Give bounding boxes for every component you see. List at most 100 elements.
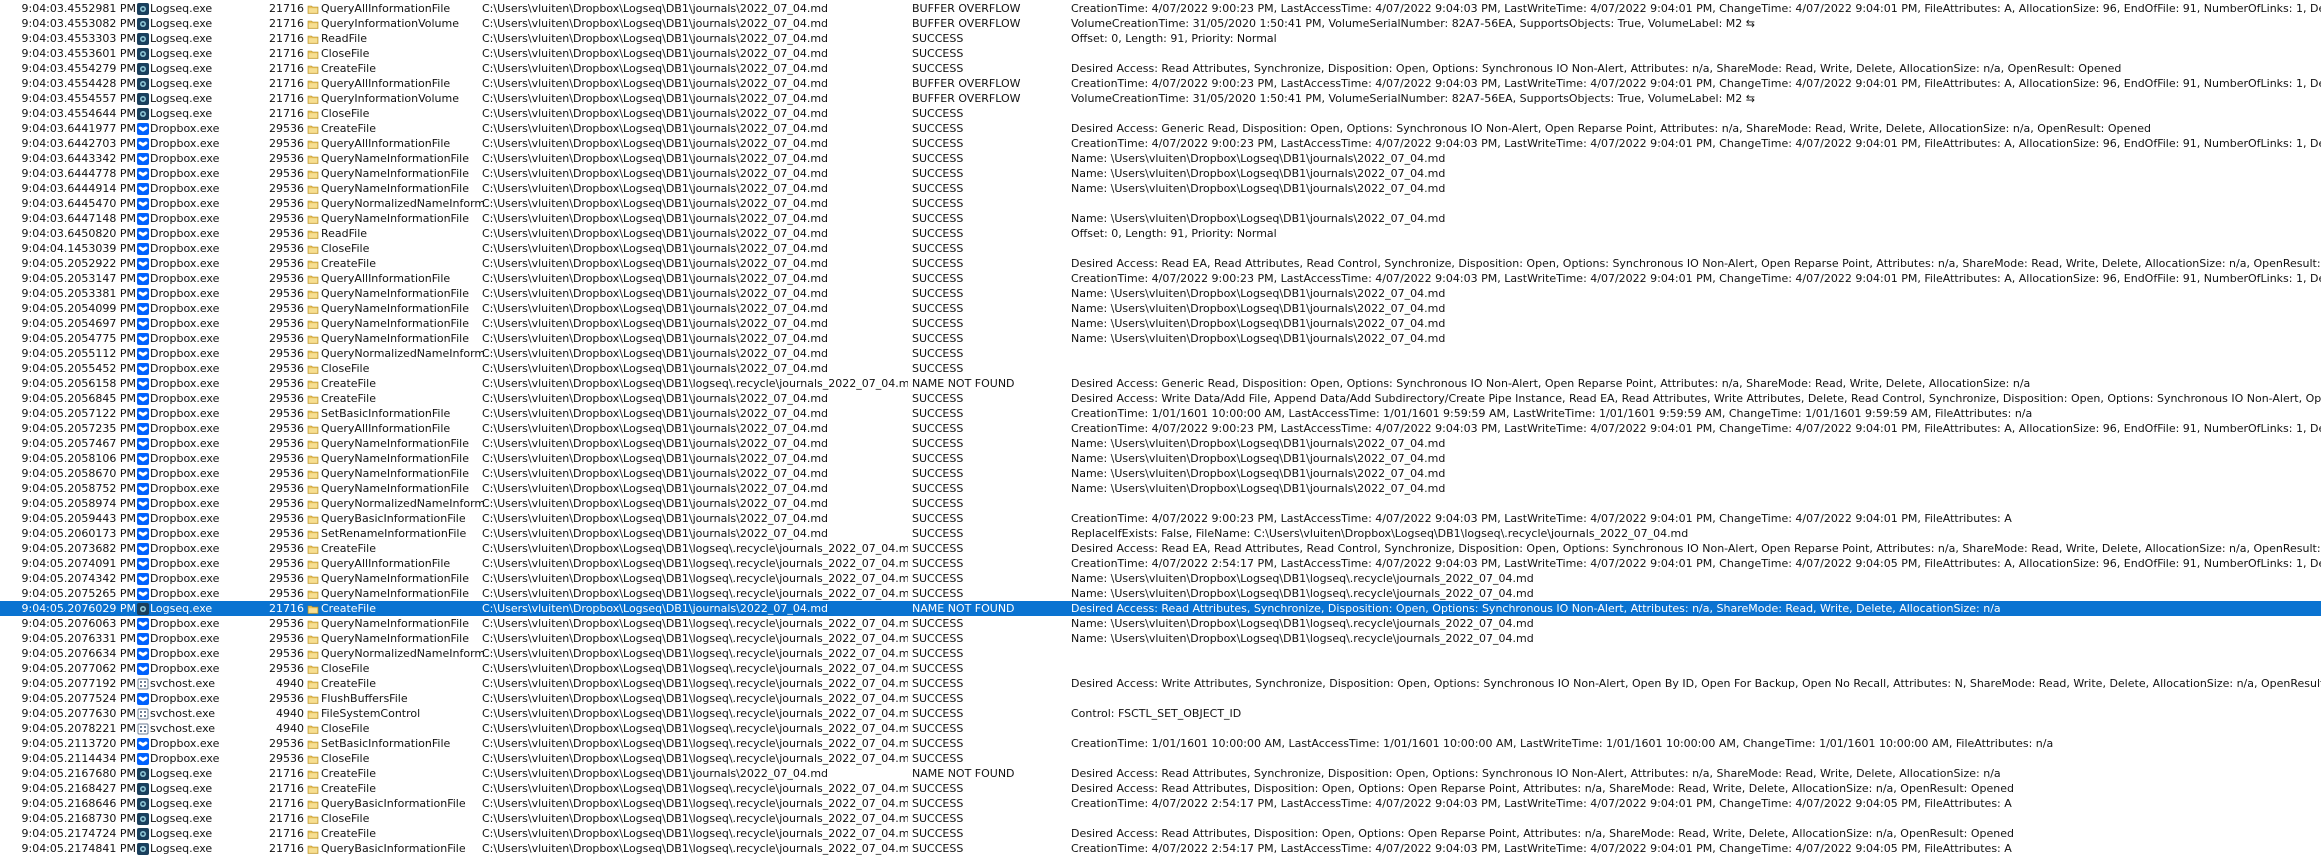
result-status: SUCCESS	[912, 437, 964, 450]
dropbox-app-icon	[137, 737, 149, 750]
event-row[interactable]: 9:04:03.4554557 PM Logseq.exe 21716 QueryIn…	[0, 91, 2321, 106]
event-row[interactable]: 9:04:05.2073682 PM Dropbox.exe 29536 Create…	[0, 541, 2321, 556]
event-row[interactable]: 9:04:05.2052922 PM Dropbox.exe 29536 Create…	[0, 256, 2321, 271]
event-detail: CreationTime: 4/07/2022 2:54:17 PM, Last…	[1071, 842, 2012, 855]
operation: QueryNameInformationFile	[321, 452, 469, 465]
file-system-operation-icon	[307, 440, 319, 449]
event-row[interactable]: 9:04:03.6441977 PM Dropbox.exe 29536 Create…	[0, 121, 2321, 136]
process-name: Dropbox.exe	[150, 302, 220, 315]
event-row[interactable]: 9:04:05.2076331 PM Dropbox.exe 29536 QueryN…	[0, 631, 2321, 646]
process-id: 29536	[269, 647, 304, 660]
event-row[interactable]: 9:04:03.4554644 PM Logseq.exe 21716 CloseFi…	[0, 106, 2321, 121]
event-row[interactable]: 9:04:05.2056845 PM Dropbox.exe 29536 Create…	[0, 391, 2321, 406]
event-row[interactable]: 9:04:03.6442703 PM Dropbox.exe 29536 QueryA…	[0, 136, 2321, 151]
file-system-operation-icon	[307, 78, 319, 90]
logseq-app-icon	[137, 107, 149, 120]
event-row[interactable]: 9:04:05.2053147 PM Dropbox.exe 29536 QueryA…	[0, 271, 2321, 286]
event-row[interactable]: 9:04:03.6443342 PM Dropbox.exe 29536 QueryN…	[0, 151, 2321, 166]
logseq-app-icon	[137, 797, 149, 810]
event-row[interactable]: 9:04:03.4553303 PM Logseq.exe 21716 ReadFil…	[0, 31, 2321, 46]
event-row[interactable]: 9:04:05.2054099 PM Dropbox.exe 29536 QueryN…	[0, 301, 2321, 316]
process-name: Logseq.exe	[150, 32, 213, 45]
event-row[interactable]: 9:04:05.2168730 PM Logseq.exe 21716 CloseFi…	[0, 811, 2321, 826]
process-monitor-event-list[interactable]: 9:04:03.4552981 PM Logseq.exe 21716 QueryAl…	[0, 0, 2321, 859]
result-status: SUCCESS	[912, 167, 964, 180]
event-row[interactable]: 9:04:05.2167680 PM Logseq.exe 21716 CreateF…	[0, 766, 2321, 781]
event-row[interactable]: 9:04:05.2077062 PM Dropbox.exe 29536 CloseF…	[0, 661, 2321, 676]
file-system-operation-icon	[307, 438, 319, 450]
event-row[interactable]: 9:04:05.2054775 PM Dropbox.exe 29536 QueryN…	[0, 331, 2321, 346]
event-row[interactable]: 9:04:03.4554428 PM Logseq.exe 21716 QueryAl…	[0, 76, 2321, 91]
event-time: 9:04:03.6450820 PM	[21, 227, 136, 240]
event-row[interactable]: 9:04:05.2058752 PM Dropbox.exe 29536 QueryN…	[0, 481, 2321, 496]
event-row[interactable]: 9:04:05.2057467 PM Dropbox.exe 29536 QueryN…	[0, 436, 2321, 451]
file-path: C:\Users\vluiten\Dropbox\Logseq\DB1\jour…	[482, 287, 829, 300]
file-system-operation-icon	[307, 845, 319, 854]
event-row[interactable]: 9:04:05.2058670 PM Dropbox.exe 29536 QueryN…	[0, 466, 2321, 481]
event-row[interactable]: 9:04:05.2055112 PM Dropbox.exe 29536 QueryN…	[0, 346, 2321, 361]
event-row[interactable]: 9:04:05.2078221 PM svchost.exe 4940 CloseFi…	[0, 721, 2321, 736]
event-row[interactable]: 9:04:05.2057235 PM Dropbox.exe 29536 QueryA…	[0, 421, 2321, 436]
event-detail: CreationTime: 4/07/2022 9:00:23 PM, Last…	[1071, 77, 2321, 90]
file-system-operation-icon	[307, 680, 319, 689]
event-row[interactable]: 9:04:03.6444778 PM Dropbox.exe 29536 QueryN…	[0, 166, 2321, 181]
process-id: 29536	[269, 437, 304, 450]
dropbox-app-icon	[137, 197, 149, 210]
event-row[interactable]: 9:04:04.1453039 PM Dropbox.exe 29536 CloseF…	[0, 241, 2321, 256]
event-row[interactable]: 9:04:05.2060173 PM Dropbox.exe 29536 SetRen…	[0, 526, 2321, 541]
event-row[interactable]: 9:04:05.2077524 PM Dropbox.exe 29536 FlushB…	[0, 691, 2321, 706]
process-name: Dropbox.exe	[150, 242, 220, 255]
operation: QueryNameInformationFile	[321, 167, 469, 180]
event-row[interactable]: 9:04:05.2058106 PM Dropbox.exe 29536 QueryN…	[0, 451, 2321, 466]
event-row[interactable]: 9:04:03.6447148 PM Dropbox.exe 29536 QueryN…	[0, 211, 2321, 226]
result-status: SUCCESS	[912, 347, 964, 360]
event-row[interactable]: 9:04:05.2077630 PM svchost.exe 4940 FileSys…	[0, 706, 2321, 721]
file-path: C:\Users\vluiten\Dropbox\Logseq\DB1\logs…	[482, 587, 908, 600]
event-row[interactable]: 9:04:05.2168427 PM Logseq.exe 21716 CreateF…	[0, 781, 2321, 796]
result-status: SUCCESS	[912, 677, 964, 690]
event-row[interactable]: 9:04:05.2174841 PM Logseq.exe 21716 QueryBa…	[0, 841, 2321, 856]
event-row[interactable]: 9:04:05.2059443 PM Dropbox.exe 29536 QueryB…	[0, 511, 2321, 526]
event-row[interactable]: 9:04:03.4553082 PM Logseq.exe 21716 QueryIn…	[0, 16, 2321, 31]
event-row[interactable]: 9:04:05.2114434 PM Dropbox.exe 29536 CloseF…	[0, 751, 2321, 766]
file-path: C:\Users\vluiten\Dropbox\Logseq\DB1\jour…	[482, 467, 829, 480]
event-row[interactable]: 9:04:05.2076063 PM Dropbox.exe 29536 QueryN…	[0, 616, 2321, 631]
event-row-selected[interactable]: 9:04:05.2076029 PM Logseq.exe 21716 CreateF…	[0, 601, 2321, 616]
event-row[interactable]: 9:04:05.2113720 PM Dropbox.exe 29536 SetBas…	[0, 736, 2321, 751]
event-row[interactable]: 9:04:05.2174724 PM Logseq.exe 21716 CreateF…	[0, 826, 2321, 841]
event-row[interactable]: 9:04:05.2074342 PM Dropbox.exe 29536 QueryN…	[0, 571, 2321, 586]
event-row[interactable]: 9:04:03.6450820 PM Dropbox.exe 29536 ReadFi…	[0, 226, 2321, 241]
process-name: Dropbox.exe	[150, 497, 220, 510]
operation: CreateFile	[321, 782, 376, 795]
event-row[interactable]: 9:04:03.6444914 PM Dropbox.exe 29536 QueryN…	[0, 181, 2321, 196]
dropbox-app-icon	[137, 137, 149, 150]
operation: CloseFile	[321, 662, 370, 675]
operation: CreateFile	[321, 827, 376, 840]
event-row[interactable]: 9:04:05.2076634 PM Dropbox.exe 29536 QueryN…	[0, 646, 2321, 661]
event-time: 9:04:05.2053147 PM	[21, 272, 136, 285]
process-name: Logseq.exe	[150, 782, 213, 795]
event-row[interactable]: 9:04:03.4552981 PM Logseq.exe 21716 QueryAl…	[0, 1, 2321, 16]
event-row[interactable]: 9:04:05.2058974 PM Dropbox.exe 29536 QueryN…	[0, 496, 2321, 511]
operation: QueryNameInformationFile	[321, 317, 469, 330]
event-row[interactable]: 9:04:03.4554279 PM Logseq.exe 21716 CreateF…	[0, 61, 2321, 76]
event-detail: CreationTime: 4/07/2022 2:54:17 PM, Last…	[1071, 557, 2321, 570]
event-row[interactable]: 9:04:05.2057122 PM Dropbox.exe 29536 SetBas…	[0, 406, 2321, 421]
process-name: Dropbox.exe	[150, 422, 220, 435]
event-row[interactable]: 9:04:05.2077192 PM svchost.exe 4940 CreateF…	[0, 676, 2321, 691]
event-row[interactable]: 9:04:05.2168646 PM Logseq.exe 21716 QueryBa…	[0, 796, 2321, 811]
logseq-app-icon	[137, 812, 149, 825]
event-row[interactable]: 9:04:05.2055452 PM Dropbox.exe 29536 CloseF…	[0, 361, 2321, 376]
event-row[interactable]: 9:04:05.2056158 PM Dropbox.exe 29536 Create…	[0, 376, 2321, 391]
file-path: C:\Users\vluiten\Dropbox\Logseq\DB1\jour…	[482, 182, 829, 195]
event-time: 9:04:05.2076634 PM	[21, 647, 136, 660]
event-row[interactable]: 9:04:05.2075265 PM Dropbox.exe 29536 QueryN…	[0, 586, 2321, 601]
event-row[interactable]: 9:04:05.2074091 PM Dropbox.exe 29536 QueryA…	[0, 556, 2321, 571]
event-row[interactable]: 9:04:05.2054697 PM Dropbox.exe 29536 QueryN…	[0, 316, 2321, 331]
event-row[interactable]: 9:04:03.6445470 PM Dropbox.exe 29536 QueryN…	[0, 196, 2321, 211]
process-id: 21716	[269, 77, 304, 90]
result-status: SUCCESS	[912, 107, 964, 120]
event-row[interactable]: 9:04:03.4553601 PM Logseq.exe 21716 CloseFi…	[0, 46, 2321, 61]
operation: QueryBasicInformationFile	[321, 512, 466, 525]
event-row[interactable]: 9:04:05.2053381 PM Dropbox.exe 29536 QueryN…	[0, 286, 2321, 301]
